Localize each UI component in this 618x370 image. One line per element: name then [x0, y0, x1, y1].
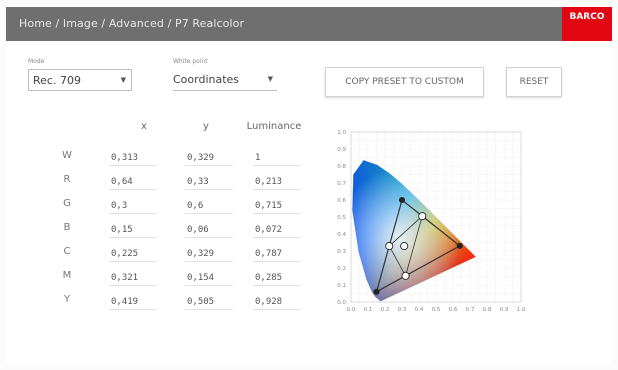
row-label: M	[62, 270, 72, 281]
point-y[interactable]	[418, 212, 427, 221]
cell-y[interactable]: 0,505	[185, 294, 233, 310]
white-point-label: White point	[173, 58, 208, 65]
row-label: G	[63, 198, 71, 209]
header-bar: Home / Image / Advanced / P7 Realcolor B…	[6, 7, 612, 41]
point-b[interactable]	[373, 288, 380, 295]
cell-luminance[interactable]: 0,715	[253, 198, 301, 214]
y-tick-label: 0.7	[337, 181, 346, 187]
white-point-select[interactable]: Coordinates ▼	[173, 69, 277, 91]
reset-button[interactable]: RESET	[506, 67, 562, 97]
cell-y[interactable]: 0,6	[185, 198, 233, 214]
cell-x[interactable]: 0,313	[109, 150, 157, 166]
x-tick-label: 0.4	[415, 307, 424, 313]
point-c[interactable]	[385, 242, 394, 251]
cell-y[interactable]: 0,329	[185, 150, 233, 166]
cell-luminance[interactable]: 0,213	[253, 174, 301, 190]
point-w[interactable]	[400, 242, 409, 251]
point-g[interactable]	[398, 196, 406, 204]
chevron-down-icon: ▼	[120, 76, 126, 84]
row-label: C	[63, 246, 71, 257]
col-header-luminance: Luminance	[246, 121, 302, 132]
y-tick-label: 0.8	[337, 164, 346, 170]
x-tick-label: 0.3	[398, 307, 407, 313]
white-point-value: Coordinates	[173, 73, 240, 86]
point-m[interactable]	[401, 271, 410, 280]
x-tick-label: 0.9	[500, 307, 509, 313]
cell-luminance[interactable]: 0,787	[253, 246, 301, 262]
y-tick-label: 0.9	[337, 147, 346, 153]
cell-luminance[interactable]: 0,928	[253, 294, 301, 310]
x-tick-label: 0.0	[347, 307, 356, 313]
y-tick-label: 0.4	[337, 232, 346, 238]
x-tick-label: 0.8	[483, 307, 492, 313]
y-tick-label: 0.6	[337, 198, 346, 204]
row-label: B	[63, 222, 71, 233]
cell-x[interactable]: 0,64	[109, 174, 157, 190]
mode-select[interactable]: Rec. 709 ▼	[28, 69, 132, 91]
x-tick-label: 0.1	[364, 307, 373, 313]
row-label: Y	[63, 294, 71, 305]
cie-chromaticity-chart[interactable]: 0.0 0.1 0.2 0.3 0.4 0.5 0.6 0.7 0.8 0.9 1.0 1.0 0.9 0…	[331, 126, 531, 318]
col-header-x: x	[141, 121, 147, 132]
brand-logo: BARCO	[562, 7, 612, 41]
spectral-locus-center-glow	[352, 160, 476, 302]
mode-value: Rec. 709	[33, 73, 81, 87]
row-label: R	[63, 174, 71, 185]
breadcrumb[interactable]: Home / Image / Advanced / P7 Realcolor	[19, 17, 244, 30]
cell-x[interactable]: 0,15	[109, 222, 157, 238]
y-tick-label: 0.3	[337, 249, 346, 255]
y-tick-label: 0.2	[337, 266, 346, 272]
cell-x[interactable]: 0,419	[109, 294, 157, 310]
chevron-down-icon: ▼	[267, 75, 273, 83]
y-tick-label: 0.5	[337, 215, 346, 221]
mode-label: Mode	[28, 58, 45, 65]
x-tick-label: 1.0	[517, 307, 526, 313]
y-tick-label: 0.0	[337, 300, 346, 306]
cell-y[interactable]: 0,06	[185, 222, 233, 238]
copy-preset-button[interactable]: COPY PRESET TO CUSTOM	[325, 67, 484, 97]
cell-x[interactable]: 0,321	[109, 270, 157, 286]
x-tick-label: 0.5	[432, 307, 441, 313]
col-header-y: y	[203, 121, 209, 132]
cell-x[interactable]: 0,3	[109, 198, 157, 214]
y-tick-label: 0.1	[337, 283, 346, 289]
cell-y[interactable]: 0,154	[185, 270, 233, 286]
cell-x[interactable]: 0,225	[109, 246, 157, 262]
window: Home / Image / Advanced / P7 Realcolor B…	[0, 0, 618, 370]
cell-y[interactable]: 0,33	[185, 174, 233, 190]
cell-y[interactable]: 0,329	[185, 246, 233, 262]
x-tick-label: 0.2	[381, 307, 390, 313]
y-tick-label: 1.0	[337, 130, 346, 136]
x-tick-label: 0.7	[466, 307, 475, 313]
row-label: W	[62, 150, 72, 161]
cell-luminance[interactable]: 1	[253, 150, 301, 166]
point-r[interactable]	[456, 242, 463, 249]
cell-luminance[interactable]: 0,072	[253, 222, 301, 238]
x-tick-label: 0.6	[449, 307, 458, 313]
cell-luminance[interactable]: 0,285	[253, 270, 301, 286]
